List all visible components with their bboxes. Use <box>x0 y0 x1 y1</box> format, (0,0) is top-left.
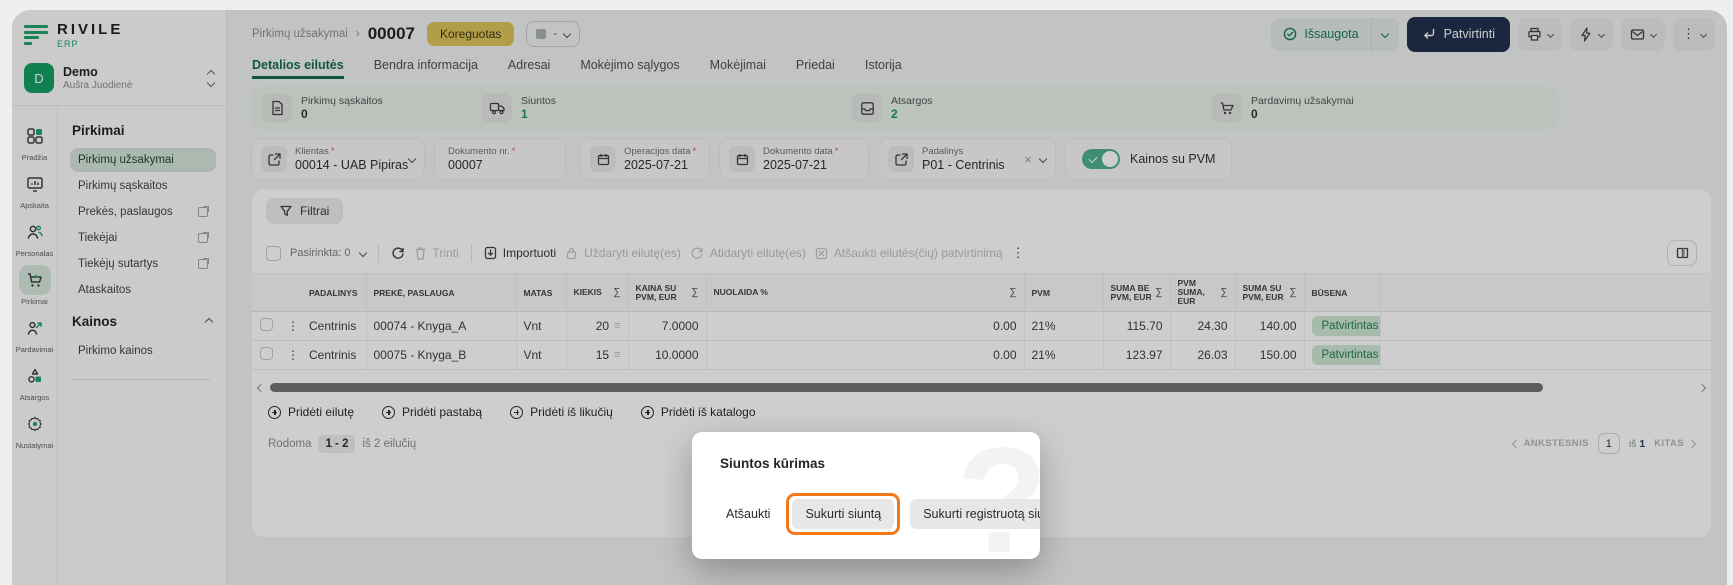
modal-actions: Atšaukti Sukurti siuntą Sukurti registru… <box>720 493 1014 535</box>
highlight-annotation: Sukurti siuntą <box>786 493 900 535</box>
screenshot-root: RIVILE ERP D Demo Aušra Juodienė <box>0 0 1733 585</box>
siuntos-kurimas-modal: ? Siuntos kūrimas Atšaukti Sukurti siunt… <box>692 432 1040 559</box>
cancel-button[interactable]: Atšaukti <box>720 501 776 527</box>
create-shipment-button[interactable]: Sukurti siuntą <box>792 499 894 529</box>
modal-title: Siuntos kūrimas <box>720 456 1014 471</box>
create-registered-shipment-button[interactable]: Sukurti registruotą siuntą <box>910 499 1040 529</box>
